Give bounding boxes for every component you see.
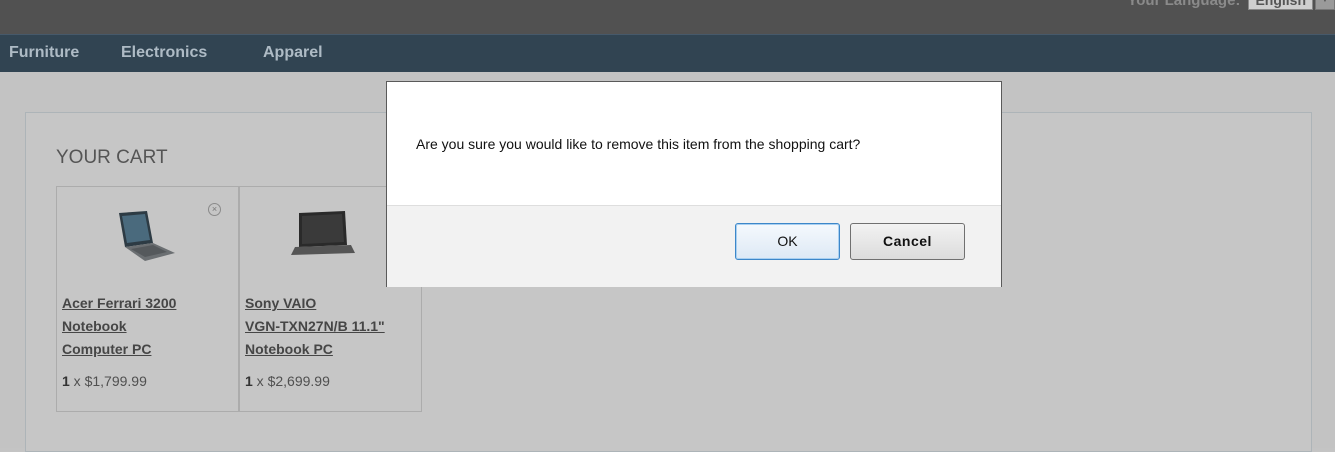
language-select-value: English — [1248, 0, 1313, 10]
nav-item-furniture[interactable]: Furniture — [9, 44, 79, 62]
chevron-down-icon: ▼ — [1315, 0, 1335, 10]
item-price-value: x $1,799.99 — [69, 373, 147, 389]
cart-item: × Acer Ferrari 3200 Notebook Computer PC… — [56, 186, 239, 412]
top-header: Your Language: English ▼ — [0, 0, 1335, 34]
category-nav: Furniture Electronics Apparel — [0, 34, 1335, 72]
product-link[interactable]: Sony VAIO VGN-TXN27N/B 11.1" Notebook PC — [245, 292, 420, 361]
nav-item-electronics[interactable]: Electronics — [121, 44, 207, 62]
item-price: 1 x $1,799.99 — [62, 373, 147, 389]
laptop-thumbnail[interactable] — [285, 209, 355, 264]
cancel-button[interactable]: Cancel — [850, 223, 965, 260]
confirm-dialog: Are you sure you would like to remove th… — [386, 81, 1002, 287]
item-quantity: 1 — [245, 373, 253, 389]
cart-title: YOUR CART — [56, 147, 168, 168]
language-label: Your Language: — [1127, 0, 1241, 9]
laptop-thumbnail[interactable] — [109, 209, 179, 264]
remove-item-icon[interactable]: × — [208, 203, 221, 216]
item-price-value: x $2,699.99 — [252, 373, 330, 389]
language-select[interactable]: English ▼ — [1248, 0, 1335, 10]
dialog-footer: OK Cancel — [387, 205, 1001, 287]
ok-button[interactable]: OK — [735, 223, 840, 260]
item-price: 1 x $2,699.99 — [245, 373, 330, 389]
product-link[interactable]: Acer Ferrari 3200 Notebook Computer PC — [62, 292, 237, 361]
language-selector-area: Your Language: English ▼ — [1127, 0, 1335, 10]
item-quantity: 1 — [62, 373, 70, 389]
dialog-message: Are you sure you would like to remove th… — [416, 136, 861, 152]
nav-item-apparel[interactable]: Apparel — [263, 44, 323, 62]
